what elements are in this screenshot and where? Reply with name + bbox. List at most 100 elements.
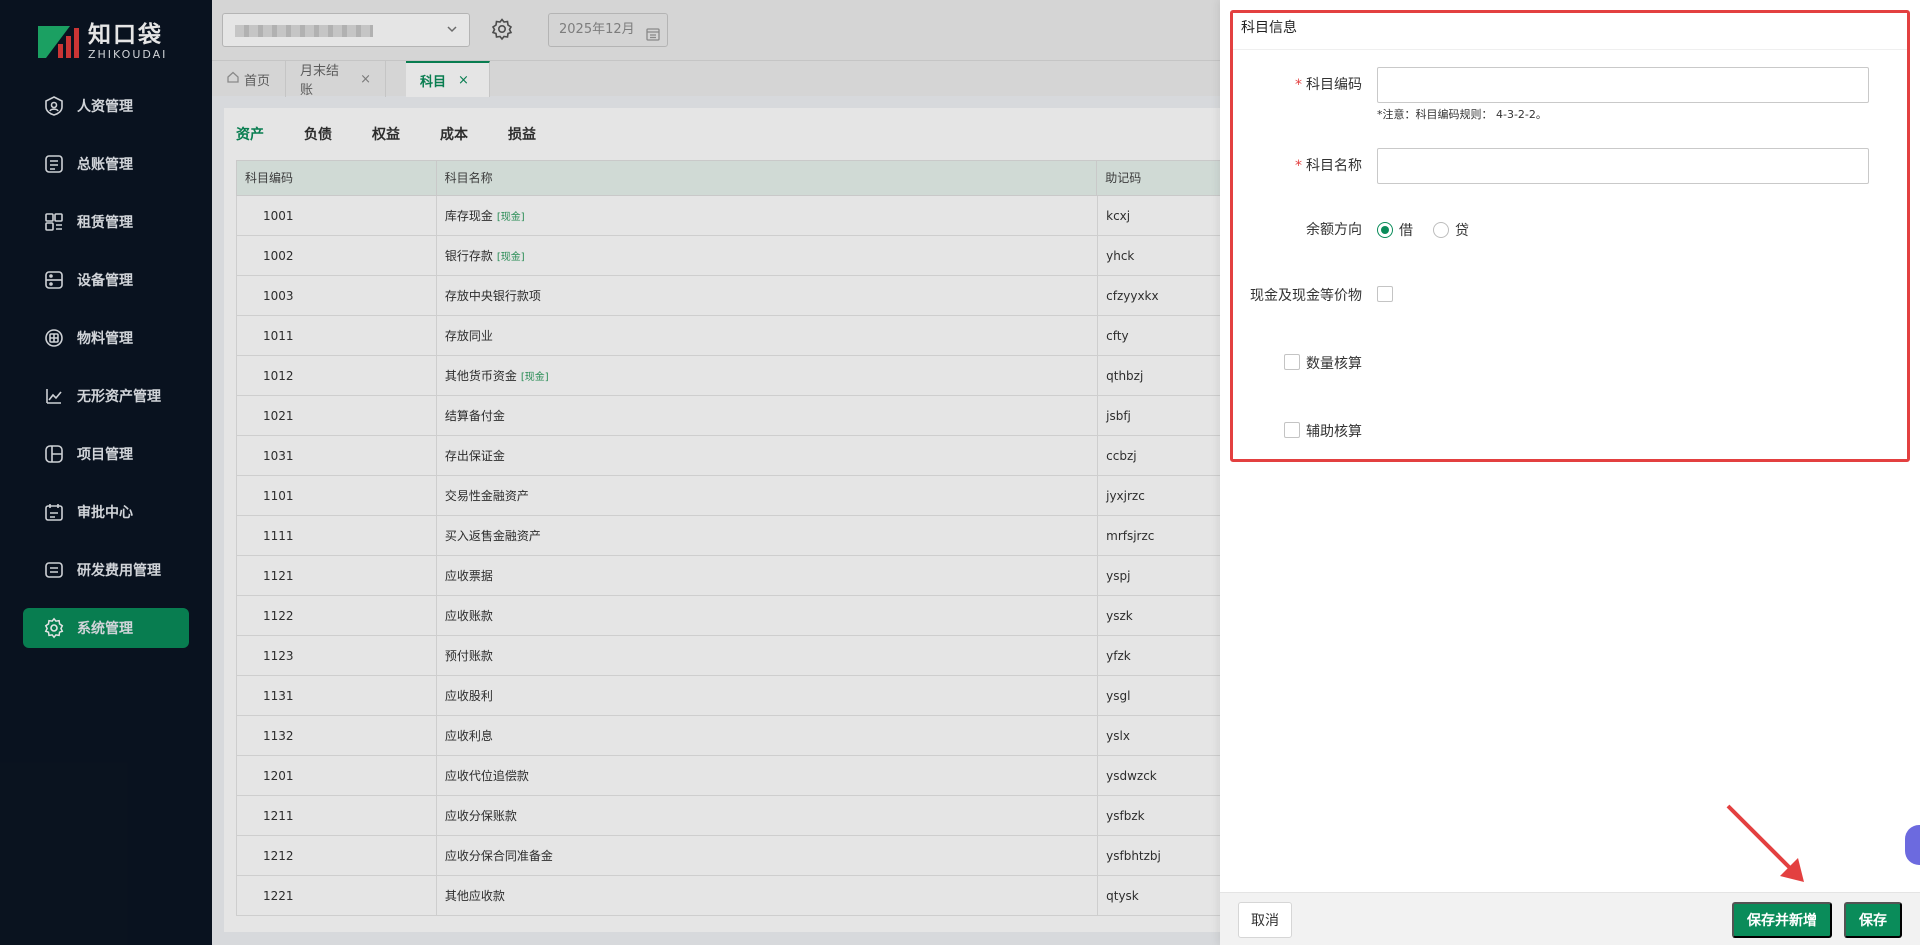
sidebar-item-system[interactable]: 系统管理 [23,608,189,648]
radio-debit[interactable] [1377,222,1393,238]
account-name: 其他应收款 [444,889,505,903]
ledger-icon [43,153,65,175]
tab-assets[interactable]: 资产 [236,118,264,168]
quantity-accounting-checkbox[interactable] [1284,354,1300,370]
cancel-button[interactable]: 取消 [1238,902,1292,938]
auxiliary-accounting-checkbox[interactable] [1284,422,1300,438]
accounts-table: 科目编码 科目名称 助记码 1001 库存现金 [现金] kcxj 1002 银行存款 [现… [236,160,1224,916]
sidebar-item-label: 物料管理 [77,331,133,347]
sidebar-item-device[interactable]: 设备管理 [23,260,189,300]
tab-accounts[interactable]: 科目 × [406,61,490,97]
table-row[interactable]: 1212 应收分保合同准备金 ysfbhtzbj [236,836,1224,876]
cell-name: 应收票据 [437,556,1099,595]
table-header: 科目编码 科目名称 助记码 [236,160,1224,196]
table-row[interactable]: 1122 应收账款 yszk [236,596,1224,636]
table-row[interactable]: 1132 应收利息 yslx [236,716,1224,756]
table-row[interactable]: 1121 应收票据 yspj [236,556,1224,596]
table-row[interactable]: 1003 存放中央银行款项 cfzyyxkx [236,276,1224,316]
sidebar-item-rd-cost[interactable]: 研发费用管理 [23,550,189,590]
cell-mnemonic: kcxj [1106,209,1131,223]
cash-equivalent-checkbox[interactable] [1377,286,1393,302]
balance-direction-label: 余额方向 [1306,222,1362,238]
sidebar-item-label: 总账管理 [77,157,133,173]
sidebar-item-hr[interactable]: 人资管理 [23,86,189,126]
table-row[interactable]: 1111 买入返售金融资产 mrfsjrzc [236,516,1224,556]
cell-name: 其他货币资金 [现金] [437,356,1099,395]
table-row[interactable]: 1131 应收股利 ysgl [236,676,1224,716]
cell-code: 1002 [237,236,437,275]
table-row[interactable]: 1011 存放同业 cfty [236,316,1224,356]
cell-code: 1001 [237,196,437,235]
cell-mnemonic: ysfbzk [1106,809,1145,823]
column-header-name[interactable]: 科目名称 [437,161,1098,195]
cell-mnemonic: cfty [1106,329,1129,343]
table-row[interactable]: 1001 库存现金 [现金] kcxj [236,196,1224,236]
sidebar-item-intangible[interactable]: 无形资产管理 [23,376,189,416]
sidebar-item-lease[interactable]: 租赁管理 [23,202,189,242]
sidebar-item-ledger[interactable]: 总账管理 [23,144,189,184]
table-row[interactable]: 1221 其他应收款 qtysk [236,876,1224,916]
cell-name: 其他应收款 [437,876,1099,915]
tab-profit-loss[interactable]: 损益 [508,118,536,162]
person-badge-icon [43,95,65,117]
table-row[interactable]: 1031 存出保证金 ccbzj [236,436,1224,476]
cell-mnemonic: yslx [1106,729,1130,743]
cell-code: 1111 [237,516,437,555]
cell-code: 1201 [237,756,437,795]
chevron-down-icon [445,22,459,40]
sidebar-item-label: 研发费用管理 [77,563,161,579]
save-and-new-button[interactable]: 保存并新增 [1732,902,1832,938]
tab-cost[interactable]: 成本 [440,118,468,162]
close-icon[interactable]: × [360,72,371,87]
account-name: 交易性金融资产 [444,489,529,503]
table-row[interactable]: 1101 交易性金融资产 jyxjrzc [236,476,1224,516]
tab-equity[interactable]: 权益 [372,118,400,162]
home-icon [226,70,240,88]
table-row[interactable]: 1123 预付账款 yfzk [236,636,1224,676]
cell-mnemonic: ysgl [1106,689,1131,703]
cell-name: 应收分保账款 [437,796,1099,835]
tab-home[interactable]: 首页 [212,61,286,97]
sidebar-item-project[interactable]: 项目管理 [23,434,189,474]
cell-code: 1012 [237,356,437,395]
period-picker[interactable]: 2025年12月 [548,13,668,47]
quantity-accounting-label[interactable]: 数量核算 [1306,353,1362,373]
table-row[interactable]: 1002 银行存款 [现金] yhck [236,236,1224,276]
brand-name-en: ZHIKOUDAI [88,48,168,61]
account-name: 银行存款 [444,249,493,263]
account-name-input[interactable] [1377,148,1869,184]
cell-name: 存出保证金 [437,436,1099,475]
cash-tag: [现金] [520,372,549,383]
tab-month-end-close[interactable]: 月末结账 × [286,61,386,98]
company-select[interactable] [222,13,470,47]
close-icon[interactable]: × [458,73,469,88]
chat-widget-icon[interactable] [1905,825,1920,865]
auxiliary-accounting-label[interactable]: 辅助核算 [1306,421,1362,441]
cell-code: 1211 [237,796,437,835]
cell-name: 库存现金 [现金] [437,196,1099,235]
cell-name: 应收利息 [437,716,1099,755]
sidebar-item-material[interactable]: 物料管理 [23,318,189,358]
save-button[interactable]: 保存 [1844,902,1902,938]
tab-liabilities[interactable]: 负债 [304,118,332,162]
table-row[interactable]: 1021 结算备付金 jsbfj [236,396,1224,436]
drawer-footer: 取消 保存并新增 保存 [1220,892,1920,945]
account-name: 应收账款 [444,609,493,623]
radio-debit-label[interactable]: 借 [1399,220,1413,240]
table-row[interactable]: 1211 应收分保账款 ysfbzk [236,796,1224,836]
radio-credit-label[interactable]: 贷 [1455,220,1469,240]
cell-mnemonic: qthbzj [1106,369,1144,383]
table-row[interactable]: 1201 应收代位追偿款 ysdwzck [236,756,1224,796]
tab-label: 首页 [244,73,271,89]
column-header-mnemonic[interactable]: 助记码 [1097,161,1223,195]
column-header-code[interactable]: 科目编码 [237,161,437,195]
cell-mnemonic: jsbfj [1106,409,1131,423]
calendar-icon [645,23,661,55]
cell-code: 1122 [237,596,437,635]
account-code-input[interactable] [1377,67,1869,103]
radio-credit[interactable] [1433,222,1449,238]
settings-gear-icon[interactable] [490,17,514,45]
table-row[interactable]: 1012 其他货币资金 [现金] qthbzj [236,356,1224,396]
cell-mnemonic: yspj [1106,569,1131,583]
sidebar-item-approval[interactable]: 审批中心 [23,492,189,532]
